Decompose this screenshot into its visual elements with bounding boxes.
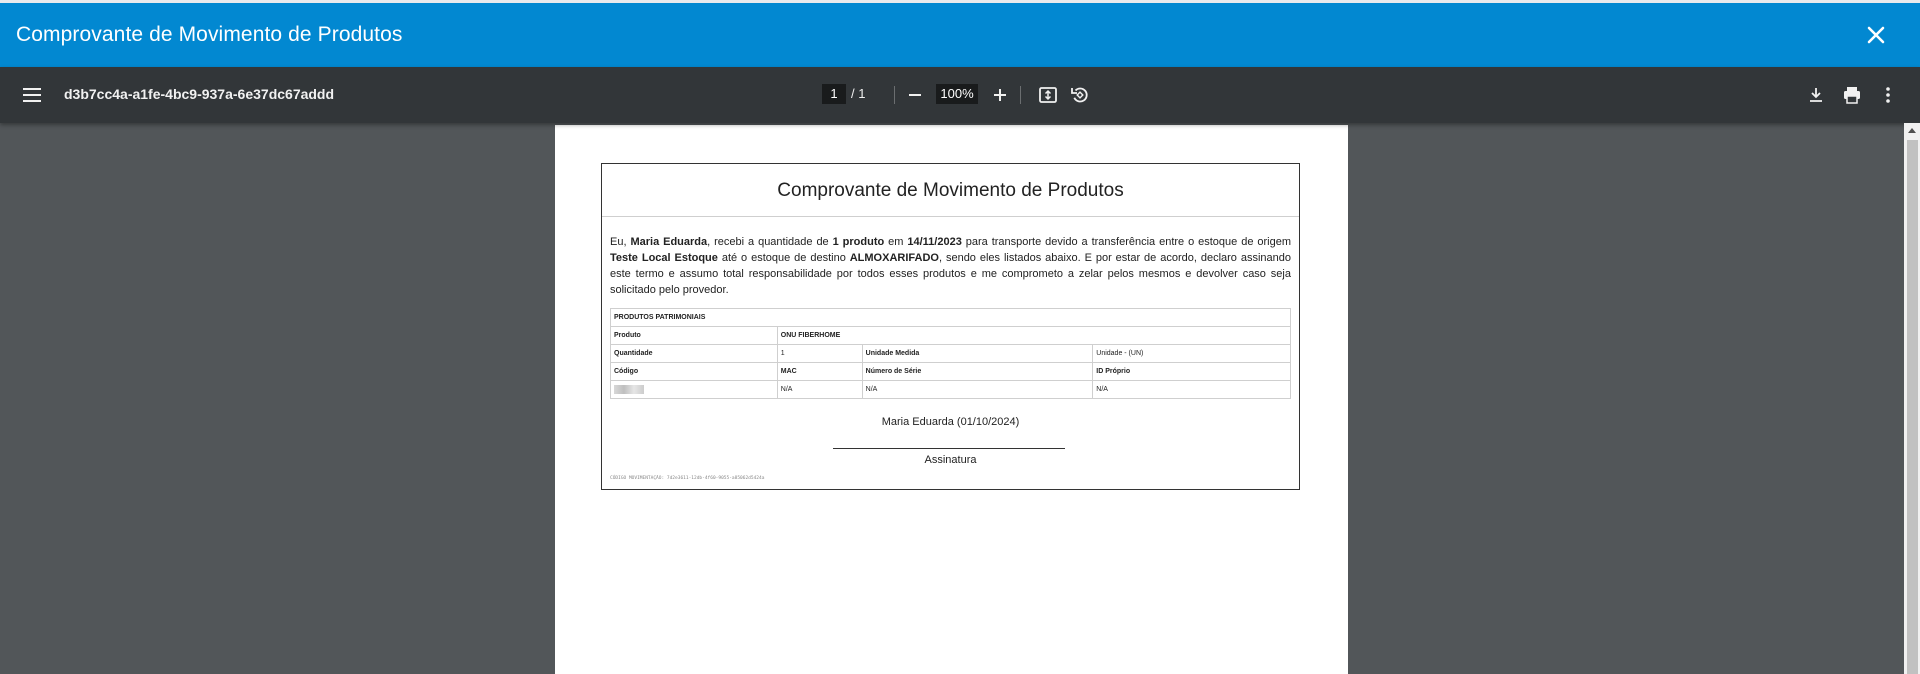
zoom-in-icon[interactable] bbox=[988, 83, 1012, 107]
table-value-code bbox=[610, 380, 778, 399]
table-label: ID Próprio bbox=[1092, 362, 1291, 381]
pdf-viewer-area[interactable]: Comprovante de Movimento de Produtos Eu,… bbox=[0, 123, 1920, 674]
table-label: Número de Série bbox=[861, 362, 1094, 381]
close-icon[interactable] bbox=[1862, 21, 1890, 49]
dialog-header: Comprovante de Movimento de Produtos bbox=[0, 3, 1920, 67]
table-value-quantity: 1 bbox=[776, 344, 863, 363]
paragraph-text: , recebi a quantidade de bbox=[707, 236, 833, 248]
vertical-scrollbar[interactable] bbox=[1904, 123, 1920, 674]
redacted-code bbox=[614, 385, 644, 394]
page-number-input[interactable] bbox=[822, 84, 846, 104]
more-vert-icon[interactable] bbox=[1876, 83, 1900, 107]
declaration-paragraph: Eu, Maria Eduarda, recebi a quantidade d… bbox=[610, 234, 1291, 298]
table-value-mac: N/A bbox=[776, 380, 863, 399]
pdf-page: Comprovante de Movimento de Produtos Eu,… bbox=[555, 125, 1348, 674]
scrollbar-thumb[interactable] bbox=[1907, 140, 1918, 674]
table-value-unit: Unidade - (UN) bbox=[1092, 344, 1291, 363]
signature-line bbox=[833, 448, 1065, 449]
destination-stock: ALMOXARIFADO bbox=[849, 252, 939, 264]
rotate-icon[interactable] bbox=[1068, 83, 1092, 107]
receipt-frame: Comprovante de Movimento de Produtos Eu,… bbox=[601, 163, 1300, 490]
table-label: MAC bbox=[776, 362, 863, 381]
pdf-toolbar: d3b7cc4a-a1fe-4bc9-937a-6e37dc67addd / 1 bbox=[0, 67, 1920, 123]
table-section-header: PRODUTOS PATRIMONIAIS bbox=[610, 308, 1291, 327]
origin-stock: Teste Local Estoque bbox=[610, 252, 718, 264]
scroll-up-arrow-icon[interactable] bbox=[1908, 128, 1916, 133]
toolbar-divider bbox=[894, 86, 895, 104]
product-quantity: 1 produto bbox=[832, 236, 885, 248]
signer-name-date: Maria Eduarda (01/10/2024) bbox=[881, 416, 1020, 428]
signature-label: Assinatura bbox=[924, 454, 977, 466]
heading-divider bbox=[602, 216, 1299, 217]
toolbar-divider bbox=[1020, 86, 1021, 104]
print-icon[interactable] bbox=[1840, 83, 1864, 107]
table-label: Código bbox=[610, 362, 778, 381]
movement-date: 14/11/2023 bbox=[907, 236, 962, 248]
recipient-name: Maria Eduarda bbox=[630, 236, 708, 248]
menu-icon[interactable] bbox=[20, 83, 44, 107]
table-value-serial: N/A bbox=[861, 380, 1094, 399]
products-table: PRODUTOS PATRIMONIAIS Produto ONU FIBERH… bbox=[610, 308, 1292, 399]
fit-page-icon[interactable] bbox=[1036, 83, 1060, 107]
table-row: Código MAC Número de Série ID Próprio bbox=[610, 362, 1291, 381]
movement-code: CÓDIGO MOVIMENTAÇÃO: 7d2e3611-12db-4f60-… bbox=[610, 476, 765, 481]
paragraph-text: Eu, bbox=[610, 236, 631, 248]
table-row: Quantidade 1 Unidade Medida Unidade - (U… bbox=[610, 344, 1291, 363]
table-label: Quantidade bbox=[610, 344, 778, 363]
table-row: Produto ONU FIBERHOME bbox=[610, 326, 1292, 345]
table-value-id: N/A bbox=[1092, 380, 1291, 399]
download-icon[interactable] bbox=[1804, 83, 1828, 107]
paragraph-text: em bbox=[884, 236, 908, 248]
table-label: Unidade Medida bbox=[861, 344, 1094, 363]
table-row: N/A N/A N/A bbox=[610, 380, 1291, 399]
document-heading: Comprovante de Movimento de Produtos bbox=[777, 180, 1124, 201]
document-name: d3b7cc4a-a1fe-4bc9-937a-6e37dc67addd bbox=[64, 86, 335, 102]
table-row: PRODUTOS PATRIMONIAIS bbox=[610, 308, 1291, 327]
paragraph-text: até o estoque de destino bbox=[717, 252, 850, 264]
table-value-product: ONU FIBERHOME bbox=[776, 326, 1292, 345]
paragraph-text: para transporte devido a transferência e… bbox=[961, 236, 1292, 248]
zoom-input[interactable] bbox=[936, 84, 978, 104]
page-total: / 1 bbox=[851, 86, 866, 101]
zoom-out-icon[interactable] bbox=[903, 83, 927, 107]
dialog-title: Comprovante de Movimento de Produtos bbox=[16, 23, 403, 46]
table-label: Produto bbox=[610, 326, 778, 345]
